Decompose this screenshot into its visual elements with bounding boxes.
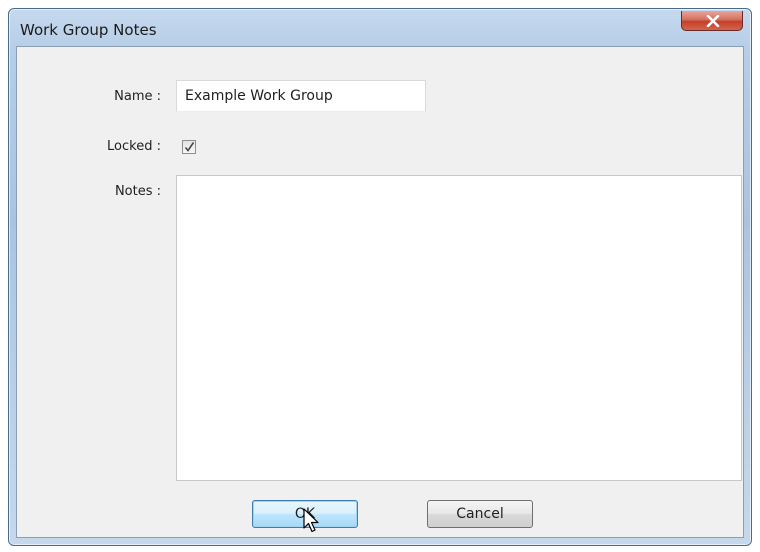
locked-label: Locked :	[107, 139, 161, 154]
dialog-content: Name : Example Work Group Locked : Notes…	[16, 46, 744, 538]
locked-checkbox[interactable]	[182, 140, 196, 154]
cancel-button[interactable]: Cancel	[427, 500, 533, 528]
close-icon	[706, 15, 720, 27]
checkmark-icon	[184, 142, 195, 152]
work-group-notes-dialog: Work Group Notes Name : Example Work Gro…	[8, 8, 752, 546]
window-title: Work Group Notes	[20, 21, 157, 39]
notes-textarea[interactable]	[176, 175, 742, 481]
title-bar[interactable]: Work Group Notes	[9, 9, 751, 47]
arrow-pointer-icon	[303, 508, 319, 533]
notes-label: Notes :	[114, 184, 161, 199]
name-label: Name :	[114, 89, 161, 104]
name-field[interactable]: Example Work Group	[176, 80, 426, 112]
close-button[interactable]	[681, 11, 743, 31]
